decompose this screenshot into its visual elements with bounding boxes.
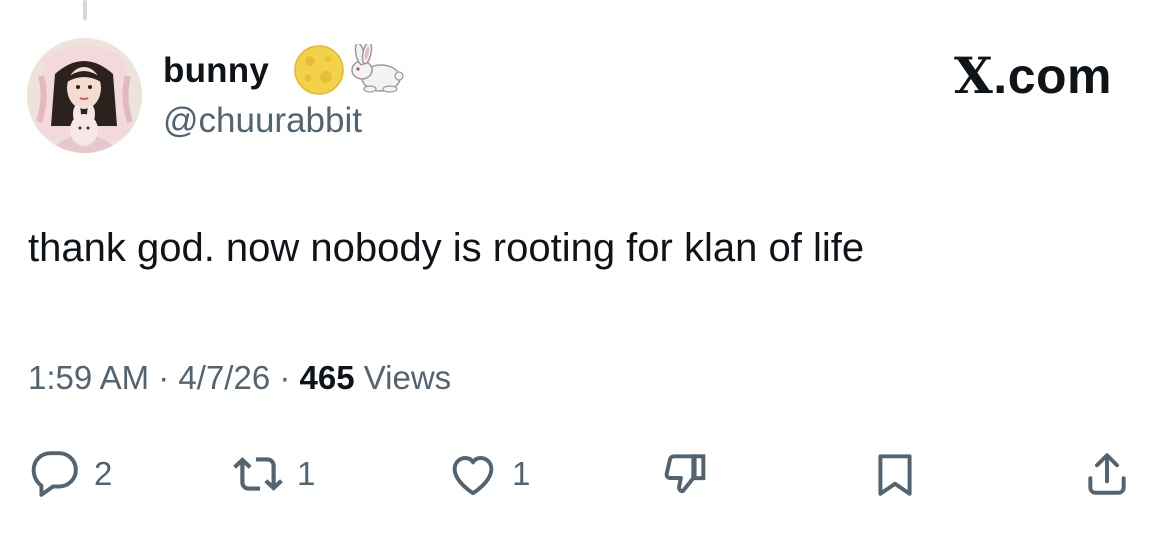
meta-separator: · — [158, 359, 170, 396]
bookmark-icon — [878, 454, 912, 496]
reply-button[interactable]: 2 — [30, 444, 112, 504]
tweet-metadata: 1:59 AM · 4/7/26 · 465 Views — [28, 356, 451, 400]
views-label: Views — [363, 359, 452, 396]
repost-count: 1 — [297, 455, 316, 492]
full-moon-face-icon — [293, 44, 345, 96]
rabbit-icon — [348, 41, 406, 96]
repost-button[interactable]: 1 — [233, 444, 315, 504]
views-count: 465 — [299, 359, 355, 396]
reply-bubble-icon — [31, 451, 78, 497]
avatar[interactable] — [27, 38, 142, 153]
thumbs-down-icon — [664, 454, 706, 494]
bookmark-button[interactable] — [870, 444, 920, 504]
share-button[interactable] — [1082, 444, 1132, 504]
tweet-date[interactable]: 4/7/26 — [178, 359, 270, 396]
x-logo-letter: X — [954, 46, 994, 105]
brand-domain: .com — [993, 48, 1112, 104]
share-icon — [1088, 453, 1126, 495]
display-name[interactable]: bunny — [163, 48, 269, 94]
dislike-button[interactable] — [660, 444, 710, 504]
tweet-text: thank god. now nobody is rooting for kla… — [28, 226, 865, 270]
brand-logo-text: X.com — [954, 46, 1112, 105]
heart-icon — [452, 455, 494, 496]
like-button[interactable]: 1 — [448, 444, 530, 504]
thread-connector-line — [83, 0, 87, 20]
reply-count: 2 — [94, 455, 113, 492]
user-handle[interactable]: @chuurabbit — [163, 98, 362, 144]
tweet-time[interactable]: 1:59 AM — [28, 359, 149, 396]
meta-separator: · — [279, 359, 291, 396]
tweet-action-bar: 2 1 1 — [0, 444, 1170, 504]
repost-icon — [233, 457, 283, 491]
like-count: 1 — [512, 455, 531, 492]
